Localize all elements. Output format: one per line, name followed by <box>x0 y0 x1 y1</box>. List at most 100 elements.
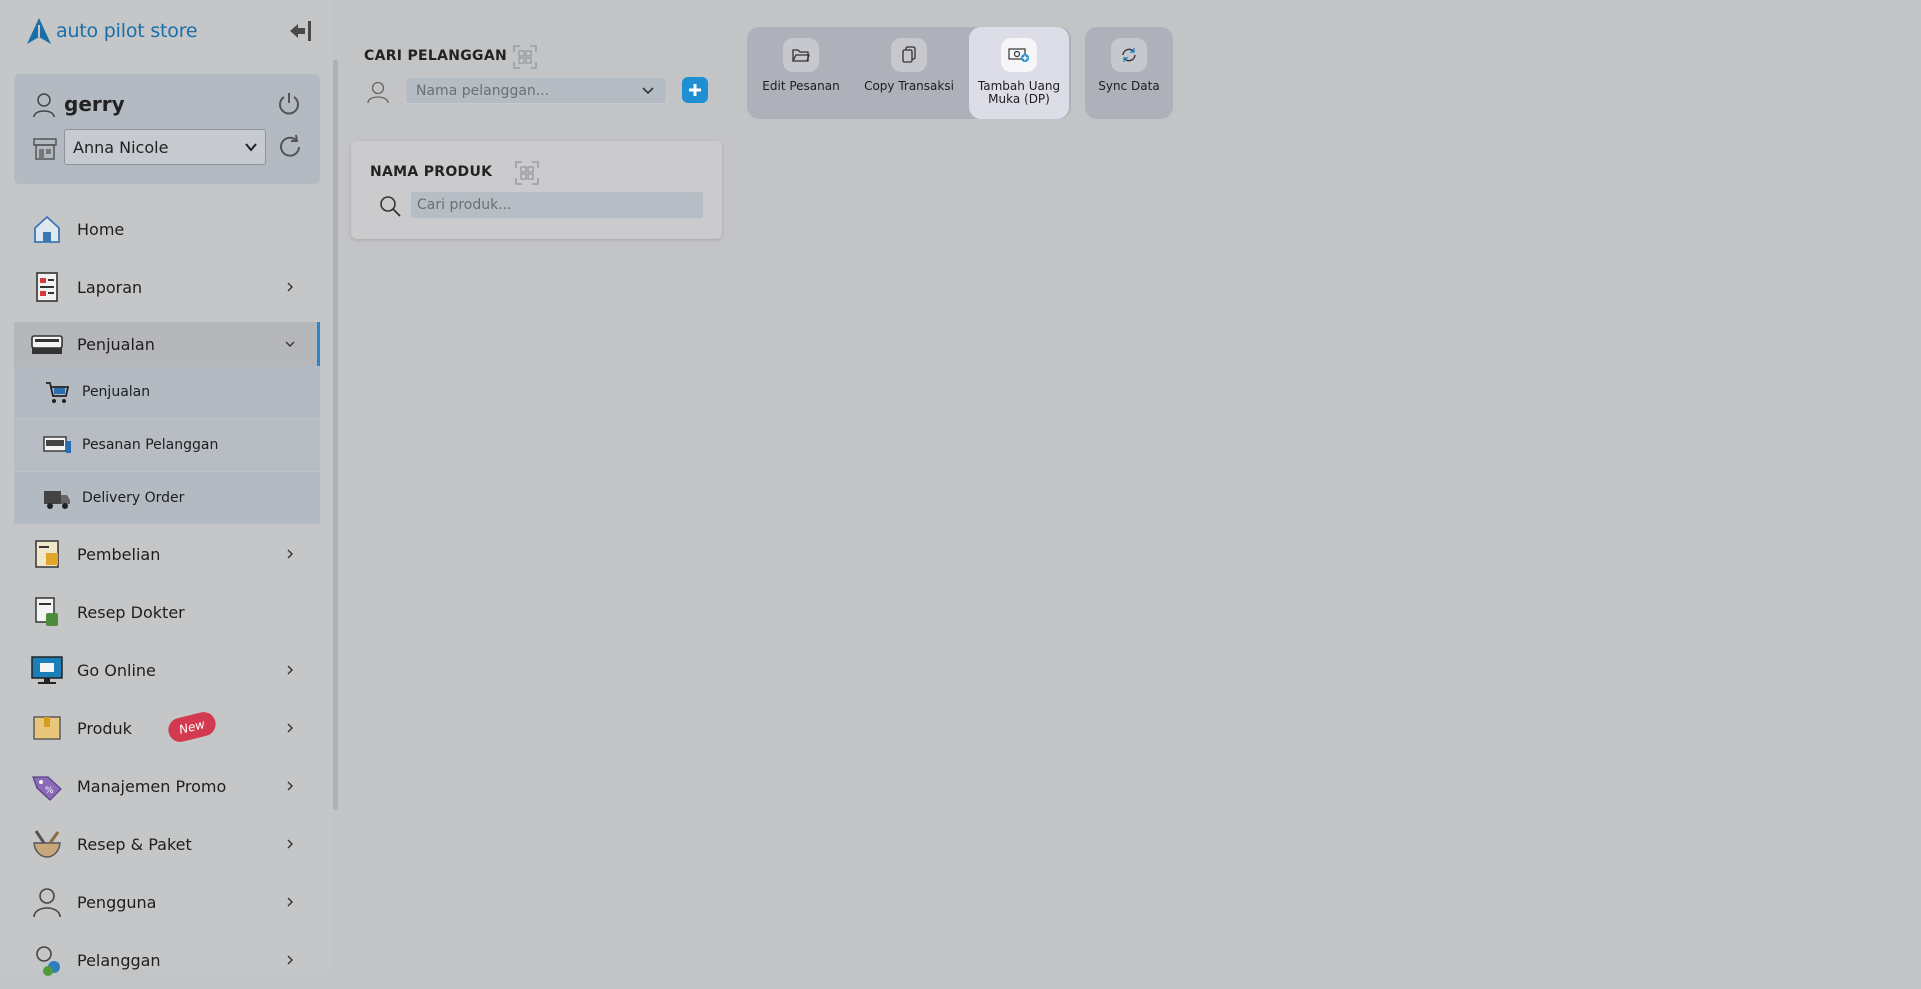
penjualan-submenu: Penjualan Pesanan Pelanggan Delivery Ord… <box>14 366 320 525</box>
plus-icon <box>689 84 701 96</box>
transaction-actions: Edit Pesanan Copy Transaksi Tambah Uang … <box>747 27 1071 119</box>
barcode-scan-icon[interactable] <box>512 44 538 70</box>
copy-icon <box>902 46 916 63</box>
sync-actions: Sync Data <box>1085 27 1173 119</box>
customers-icon <box>36 946 60 976</box>
user-outline-icon <box>33 888 61 918</box>
logo-icon <box>27 18 51 44</box>
sidebar-subitem-label: Penjualan <box>82 384 151 400</box>
home-icon <box>34 215 60 243</box>
add-customer-button[interactable] <box>682 77 708 103</box>
refresh-icon[interactable] <box>276 133 304 161</box>
chevron-right-icon <box>287 549 293 559</box>
sidebar-item-label: Pelanggan <box>77 950 161 970</box>
sidebar-item-laporan[interactable]: Laporan <box>14 258 320 316</box>
sidebar-item-label: Laporan <box>77 277 143 297</box>
truck-icon <box>44 491 70 509</box>
sidebar-subitem-label: Delivery Order <box>82 490 185 506</box>
sidebar-item-pembelian[interactable]: Pembelian <box>14 525 320 583</box>
online-store-monitor-icon <box>31 656 63 684</box>
folder-icon-wrap <box>783 38 819 72</box>
sidebar-item-label: Penjualan <box>77 334 155 354</box>
sidebar-subitem-pesanan-pelanggan[interactable]: Pesanan Pelanggan <box>14 419 320 472</box>
sidebar-subitem-penjualan[interactable]: Penjualan <box>14 366 320 419</box>
user-card: gerry Anna Nicole <box>14 74 320 184</box>
chevron-down-icon <box>285 341 295 347</box>
customer-select-placeholder: Nama pelanggan... <box>416 82 550 99</box>
sidebar-item-resep-paket[interactable]: Resep & Paket <box>14 815 320 873</box>
cash-register-icon <box>31 335 63 354</box>
user-name: gerry <box>64 92 125 116</box>
sidebar-item-pengguna[interactable]: Pengguna <box>14 873 320 931</box>
sidebar: auto pilot store gerry Anna Nicole Home … <box>0 0 334 976</box>
chevron-right-icon <box>287 665 293 675</box>
sync-icon <box>1122 48 1136 62</box>
sidebar-item-manajemen-promo[interactable]: % Manajemen Promo <box>14 757 320 815</box>
chevron-right-icon <box>287 897 293 907</box>
sidebar-subitem-label: Pesanan Pelanggan <box>82 437 219 453</box>
promo-tag-icon: % <box>32 776 62 801</box>
sidebar-item-home[interactable]: Home <box>14 200 320 258</box>
chevron-right-icon <box>287 282 293 292</box>
order-icon <box>43 436 71 453</box>
edit-pesanan-button[interactable]: Edit Pesanan <box>751 27 851 119</box>
product-search-placeholder: Cari produk... <box>417 197 512 213</box>
money-icon-wrap <box>1001 38 1037 72</box>
store-icon <box>33 138 57 160</box>
product-search-title: NAMA PRODUK <box>370 164 493 180</box>
chevron-right-icon <box>287 723 293 733</box>
logout-power-icon[interactable] <box>276 91 302 117</box>
chevron-right-icon <box>287 781 293 791</box>
copy-icon-wrap <box>891 38 927 72</box>
folder-open-icon <box>792 49 810 62</box>
svg-text:%: % <box>45 786 54 796</box>
store-select-value: Anna Nicole <box>73 137 169 157</box>
chevron-right-icon <box>287 839 293 849</box>
action-label: Sync Data <box>1098 79 1160 93</box>
action-label: Edit Pesanan <box>762 79 840 93</box>
chevron-down-icon <box>642 87 654 95</box>
sidebar-subitem-delivery-order[interactable]: Delivery Order <box>14 472 320 525</box>
sidebar-item-go-online[interactable]: Go Online <box>14 641 320 699</box>
chevron-down-icon <box>245 143 257 152</box>
customer-select[interactable]: Nama pelanggan... <box>405 77 667 104</box>
logo[interactable]: auto pilot store <box>26 16 198 46</box>
sidebar-menu: Home Laporan Penjualan Penjualan Pesanan… <box>14 200 320 989</box>
mortar-pestle-icon <box>33 830 61 858</box>
report-icon <box>36 272 58 302</box>
sidebar-item-penjualan[interactable]: Penjualan <box>14 322 320 366</box>
tambah-uang-muka-button[interactable]: Tambah Uang Muka (DP) <box>969 27 1069 119</box>
sidebar-item-label: Resep & Paket <box>77 834 192 854</box>
add-money-icon <box>1008 48 1029 62</box>
logo-text: auto pilot store <box>56 20 198 42</box>
prescription-icon <box>35 597 58 626</box>
collapse-sidebar-icon[interactable] <box>286 18 314 44</box>
action-label: Copy Transaksi <box>864 79 954 93</box>
sync-data-button[interactable]: Sync Data <box>1079 27 1179 119</box>
sidebar-item-label: Produk <box>77 718 132 738</box>
sidebar-scrollbar[interactable] <box>333 60 338 810</box>
sidebar-item-pelanggan[interactable]: Pelanggan <box>14 931 320 989</box>
product-box-icon <box>33 716 61 740</box>
purchase-notepad-icon <box>35 540 59 568</box>
sidebar-item-label: Pembelian <box>77 544 161 564</box>
user-icon <box>33 93 55 118</box>
product-search-input[interactable]: Cari produk... <box>410 191 704 219</box>
chevron-right-icon <box>287 955 293 965</box>
sidebar-item-resep-dokter[interactable]: Resep Dokter <box>14 583 320 641</box>
sync-icon-wrap <box>1111 38 1147 72</box>
search-icon <box>380 196 401 217</box>
product-search-card: NAMA PRODUK Cari produk... <box>351 141 722 239</box>
sidebar-item-label: Go Online <box>77 660 156 680</box>
sidebar-item-produk[interactable]: Produk New <box>14 699 320 757</box>
barcode-scan-icon[interactable] <box>514 160 540 186</box>
copy-transaksi-button[interactable]: Copy Transaksi <box>859 27 959 119</box>
sidebar-item-label: Home <box>77 219 125 239</box>
customer-search-title: CARI PELANGGAN <box>364 48 508 64</box>
action-label: Tambah Uang Muka (DP) <box>977 79 1061 106</box>
sidebar-item-label: Resep Dokter <box>77 602 185 622</box>
customer-user-icon <box>367 81 389 104</box>
store-select[interactable]: Anna Nicole <box>64 129 266 165</box>
shopping-cart-icon <box>46 382 70 403</box>
new-badge: New <box>165 709 219 745</box>
